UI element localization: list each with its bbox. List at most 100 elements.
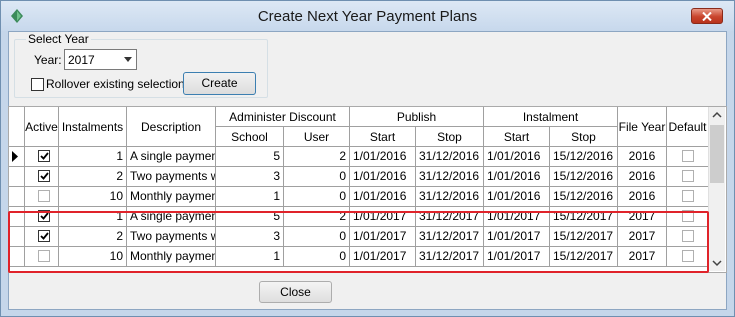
cell-file-year[interactable]: 2016: [618, 167, 667, 187]
row-header[interactable]: [9, 167, 25, 187]
cell-publish-start[interactable]: 1/01/2017: [350, 207, 416, 227]
cell-publish-start[interactable]: 1/01/2017: [350, 227, 416, 247]
cell-file-year[interactable]: 2017: [618, 207, 667, 227]
cell-user[interactable]: 0: [284, 227, 350, 247]
create-button[interactable]: Create: [183, 72, 256, 95]
cell-school[interactable]: 3: [216, 167, 284, 187]
default-checkbox[interactable]: [682, 230, 694, 242]
cell-description[interactable]: Two payments wit: [127, 227, 216, 247]
cell-instalment-start[interactable]: 1/01/2016: [484, 187, 550, 207]
cell-instalment-start[interactable]: 1/01/2017: [484, 247, 550, 267]
cell-description[interactable]: Monthly payments: [127, 247, 216, 267]
cell-instalment-start[interactable]: 1/01/2017: [484, 227, 550, 247]
cell-description[interactable]: A single payment: [127, 207, 216, 227]
cell-school[interactable]: 1: [216, 247, 284, 267]
row-header[interactable]: [9, 227, 25, 247]
active-checkbox[interactable]: [38, 210, 50, 222]
close-button[interactable]: Close: [259, 281, 332, 303]
header-publish: Publish: [350, 107, 484, 127]
cell-publish-start[interactable]: 1/01/2016: [350, 187, 416, 207]
active-checkbox[interactable]: [38, 230, 50, 242]
cell-instalments[interactable]: 10: [59, 247, 127, 267]
cell-instalment-stop[interactable]: 15/12/2016: [550, 187, 618, 207]
header-default[interactable]: Default: [667, 107, 709, 147]
cell-user[interactable]: 0: [284, 187, 350, 207]
cell-instalments[interactable]: 2: [59, 227, 127, 247]
header-description[interactable]: Description: [127, 107, 216, 147]
cell-description[interactable]: Two payments wit: [127, 167, 216, 187]
cell-publish-start[interactable]: 1/01/2016: [350, 147, 416, 167]
cell-instalment-stop[interactable]: 15/12/2017: [550, 247, 618, 267]
cell-instalment-stop[interactable]: 15/12/2016: [550, 147, 618, 167]
cell-school[interactable]: 1: [216, 187, 284, 207]
row-header[interactable]: [9, 207, 25, 227]
cell-instalment-start[interactable]: 1/01/2016: [484, 167, 550, 187]
cell-instalment-start[interactable]: 1/01/2017: [484, 207, 550, 227]
header-school[interactable]: School: [216, 127, 284, 147]
cell-user[interactable]: 0: [284, 167, 350, 187]
cell-instalment-stop[interactable]: 15/12/2017: [550, 227, 618, 247]
cell-user[interactable]: 2: [284, 207, 350, 227]
cell-publish-stop[interactable]: 31/12/2017: [416, 247, 484, 267]
header-user[interactable]: User: [284, 127, 350, 147]
default-checkbox[interactable]: [682, 250, 694, 262]
cell-publish-stop[interactable]: 31/12/2016: [416, 167, 484, 187]
cell-publish-stop[interactable]: 31/12/2017: [416, 227, 484, 247]
default-checkbox[interactable]: [682, 170, 694, 182]
default-checkbox[interactable]: [682, 190, 694, 202]
default-checkbox[interactable]: [682, 150, 694, 162]
cell-publish-stop[interactable]: 31/12/2016: [416, 147, 484, 167]
header-corner: [9, 107, 25, 147]
cell-school[interactable]: 5: [216, 207, 284, 227]
cell-instalment-stop[interactable]: 15/12/2016: [550, 167, 618, 187]
header-instalments[interactable]: Instalments: [59, 107, 127, 147]
cell-instalments[interactable]: 2: [59, 167, 127, 187]
cell-description[interactable]: Monthly payments: [127, 187, 216, 207]
header-instalment-stop[interactable]: Stop: [550, 127, 618, 147]
cell-instalments[interactable]: 1: [59, 207, 127, 227]
header-instalment-start[interactable]: Start: [484, 127, 550, 147]
cell-publish-start[interactable]: 1/01/2016: [350, 167, 416, 187]
cell-user[interactable]: 0: [284, 247, 350, 267]
row-pointer-icon: [12, 151, 18, 162]
scroll-down-icon: [712, 260, 722, 267]
row-header[interactable]: [9, 247, 25, 267]
active-checkbox[interactable]: [38, 150, 50, 162]
scroll-down-button[interactable]: [709, 254, 725, 271]
cell-file-year[interactable]: 2016: [618, 147, 667, 167]
cell-school[interactable]: 5: [216, 147, 284, 167]
header-active[interactable]: Active: [25, 107, 59, 147]
cell-instalment-stop[interactable]: 15/12/2017: [550, 207, 618, 227]
cell-instalments[interactable]: 1: [59, 147, 127, 167]
cell-instalments[interactable]: 10: [59, 187, 127, 207]
vertical-scrollbar[interactable]: [708, 107, 725, 271]
header-administer-discount: Administer Discount: [216, 107, 350, 127]
year-select[interactable]: 2017: [64, 49, 137, 70]
cell-active: [25, 167, 59, 187]
cell-description[interactable]: A single payment: [127, 147, 216, 167]
window-close-button[interactable]: [691, 8, 723, 24]
cell-file-year[interactable]: 2016: [618, 187, 667, 207]
scroll-thumb[interactable]: [710, 125, 724, 183]
scroll-up-icon: [712, 111, 722, 118]
row-header[interactable]: [9, 187, 25, 207]
rollover-checkbox[interactable]: [31, 78, 44, 91]
row-header[interactable]: [9, 147, 25, 167]
cell-user[interactable]: 2: [284, 147, 350, 167]
header-publish-start[interactable]: Start: [350, 127, 416, 147]
checkmark-icon: [40, 172, 49, 180]
cell-publish-stop[interactable]: 31/12/2016: [416, 187, 484, 207]
cell-instalment-start[interactable]: 1/01/2016: [484, 147, 550, 167]
active-checkbox[interactable]: [38, 250, 50, 262]
cell-school[interactable]: 3: [216, 227, 284, 247]
default-checkbox[interactable]: [682, 210, 694, 222]
header-publish-stop[interactable]: Stop: [416, 127, 484, 147]
active-checkbox[interactable]: [38, 190, 50, 202]
cell-file-year[interactable]: 2017: [618, 227, 667, 247]
cell-file-year[interactable]: 2017: [618, 247, 667, 267]
cell-publish-stop[interactable]: 31/12/2017: [416, 207, 484, 227]
cell-publish-start[interactable]: 1/01/2017: [350, 247, 416, 267]
header-file-year[interactable]: File Year: [618, 107, 667, 147]
active-checkbox[interactable]: [38, 170, 50, 182]
scroll-up-button[interactable]: [709, 107, 725, 124]
